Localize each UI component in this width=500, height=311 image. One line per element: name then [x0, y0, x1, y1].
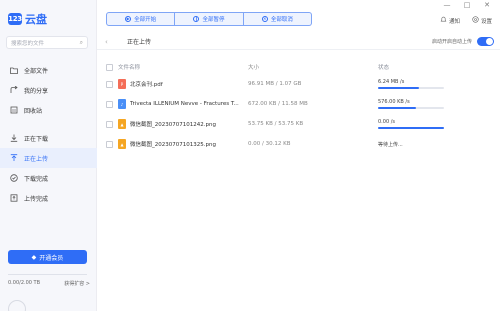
- notify-label: 通知: [448, 18, 460, 25]
- table-row[interactable]: ▲ 微信截图_20230707101325.png 0.00 / 30.12 K…: [97, 134, 500, 154]
- transfer-toolbar: ▶ 全部开始 ‖ 全部暂停 ✕ 全部取消: [106, 12, 312, 26]
- top-right-actions: 通知 设置: [440, 16, 492, 25]
- upload-progress-bar: [378, 107, 444, 109]
- upload-progress-fill: [378, 127, 444, 129]
- sidebar-item-my-shares[interactable]: 我的分享: [0, 80, 97, 100]
- sidebar-item-label: 回收站: [24, 107, 43, 115]
- quota-progress-bar: [8, 274, 87, 275]
- music-file-icon: ♪: [118, 99, 126, 109]
- back-arrow-icon[interactable]: ‹: [105, 38, 108, 46]
- sidebar-item-label: 正在上传: [24, 155, 49, 163]
- quota-row: 0.00/2.00 TB 获得扩容 >: [8, 280, 90, 287]
- column-header-status[interactable]: 状态: [378, 63, 448, 71]
- autostart-label: 启动开启自动上传: [431, 39, 472, 45]
- vip-button[interactable]: ◆ 开通会员: [8, 250, 87, 264]
- upload-status: 576.00 KB /s: [378, 99, 410, 105]
- search-placeholder: 搜索您的文件: [11, 40, 45, 47]
- app-name: 云盘: [25, 13, 47, 26]
- file-size: 96.91 MB / 1.07 GB: [248, 81, 302, 87]
- diamond-icon: ◆: [31, 253, 37, 261]
- sidebar-item-label: 我的分享: [24, 87, 49, 95]
- cancel-all-button[interactable]: ✕ 全部取消: [243, 12, 312, 26]
- close-button[interactable]: ✕: [482, 1, 492, 9]
- file-name: 北京会刊.pdf: [130, 82, 163, 88]
- cancel-icon: ✕: [261, 16, 268, 22]
- sidebar-item-upload-complete[interactable]: 上传完成: [0, 188, 97, 208]
- sidebar-item-label: 正在下载: [24, 135, 49, 143]
- file-size: 0.00 / 30.12 KB: [248, 141, 291, 147]
- row-checkbox[interactable]: [106, 120, 113, 128]
- sidebar-item-all-files[interactable]: 全部文件: [0, 60, 97, 80]
- table-row[interactable]: ♪ Trivecta ILLENIUM Nevve - Fractures T.…: [97, 94, 500, 114]
- search-icon[interactable]: ⌕: [80, 39, 83, 47]
- trash-icon: [10, 106, 18, 114]
- upload-progress-fill: [378, 87, 419, 89]
- pause-all-button[interactable]: ‖ 全部暂停: [175, 12, 244, 26]
- logo-badge: 123: [8, 13, 22, 25]
- pause-icon: ‖: [193, 16, 200, 22]
- minimize-button[interactable]: —: [442, 1, 452, 9]
- share-icon: [10, 86, 18, 94]
- upload-status: 等待上传...: [378, 141, 403, 148]
- upload-done-icon: [10, 194, 18, 202]
- autostart-toggle[interactable]: [477, 37, 494, 46]
- pause-all-label: 全部暂停: [202, 17, 225, 23]
- sidebar-item-uploading[interactable]: 正在上传: [0, 148, 97, 168]
- file-name: 微信截图_20230707101242.png: [130, 122, 216, 128]
- notify-button[interactable]: 通知: [440, 16, 460, 25]
- page-title: 正在上传: [127, 39, 152, 46]
- sidebar-item-downloading[interactable]: 正在下载: [0, 128, 97, 148]
- column-header-name[interactable]: 文件名称: [118, 63, 246, 71]
- image-file-icon: ▲: [118, 119, 126, 129]
- sidebar-item-label: 全部文件: [24, 67, 49, 75]
- start-all-button[interactable]: ▶ 全部开始: [106, 12, 176, 26]
- table-row[interactable]: ▲ 微信截图_20230707101242.png 53.75 KB / 53.…: [97, 114, 500, 134]
- cancel-all-label: 全部取消: [270, 17, 293, 23]
- file-size: 672.00 KB / 11.58 MB: [248, 101, 308, 107]
- app-logo: 123 云盘: [8, 11, 47, 27]
- row-checkbox[interactable]: [106, 100, 113, 108]
- pdf-file-icon: P: [118, 79, 126, 89]
- sidebar-nav: 全部文件 我的分享 回收站 正在下载 正在上传 下载完成 上传完成: [0, 60, 97, 208]
- folder-icon: [10, 66, 18, 74]
- bell-icon: [440, 16, 447, 25]
- upload-table: 文件名称 大小 状态 P 北京会刊.pdf 96.91 MB / 1.07 GB…: [97, 60, 500, 154]
- table-header: 文件名称 大小 状态: [97, 60, 500, 74]
- file-name: 微信截图_20230707101325.png: [130, 142, 216, 148]
- sidebar-item-label: 上传完成: [24, 195, 49, 203]
- upload-status: 0.00 /s: [378, 119, 396, 125]
- window-controls: — □ ✕: [442, 0, 500, 10]
- column-header-size[interactable]: 大小: [248, 63, 368, 71]
- sidebar-item-download-complete[interactable]: 下载完成: [0, 168, 97, 188]
- download-icon: [10, 134, 18, 142]
- row-checkbox[interactable]: [106, 80, 113, 88]
- table-row[interactable]: P 北京会刊.pdf 96.91 MB / 1.07 GB 6.24 MB /s: [97, 74, 500, 94]
- row-checkbox[interactable]: [106, 140, 113, 148]
- page-header: ‹ 正在上传 启动开启自动上传: [97, 34, 500, 50]
- upload-progress-bar: [378, 87, 444, 89]
- select-all-checkbox[interactable]: [106, 63, 113, 71]
- avatar[interactable]: [8, 300, 26, 311]
- expand-quota-link[interactable]: 获得扩容 >: [64, 280, 90, 287]
- search-input[interactable]: 搜索您的文件 ⌕: [6, 36, 88, 49]
- start-all-label: 全部开始: [134, 17, 157, 23]
- check-circle-icon: [10, 174, 18, 182]
- upload-progress-bar: [378, 127, 444, 129]
- file-name: Trivecta ILLENIUM Nevve - Fractures T...: [130, 101, 239, 107]
- sidebar: 123 云盘 搜索您的文件 ⌕ 全部文件 我的分享 回收站 正在下载 正在上传 …: [0, 0, 97, 311]
- maximize-button[interactable]: □: [462, 1, 472, 9]
- upload-icon: [10, 154, 18, 162]
- file-size: 53.75 KB / 53.75 KB: [248, 121, 304, 127]
- settings-label: 设置: [480, 18, 492, 25]
- vip-button-label: 开通会员: [39, 254, 64, 262]
- upload-status: 6.24 MB /s: [378, 79, 405, 85]
- quota-text: 0.00/2.00 TB: [8, 280, 41, 286]
- gear-icon: [472, 16, 479, 25]
- settings-button[interactable]: 设置: [472, 16, 492, 25]
- play-icon: ▶: [125, 16, 132, 22]
- sidebar-item-label: 下载完成: [24, 175, 49, 183]
- image-file-icon: ▲: [118, 139, 126, 149]
- sidebar-item-recycle-bin[interactable]: 回收站: [0, 100, 97, 120]
- upload-progress-fill: [378, 107, 417, 109]
